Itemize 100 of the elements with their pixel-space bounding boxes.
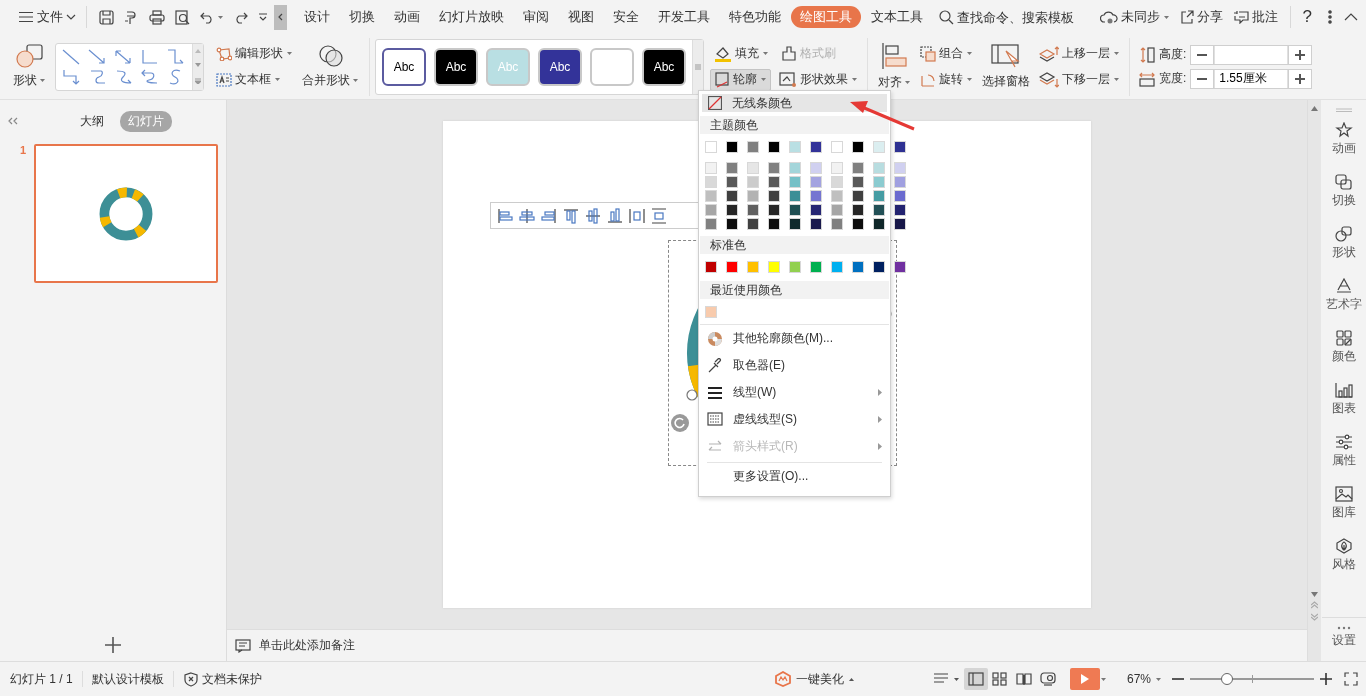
customize-caret-icon[interactable] [258, 13, 268, 21]
curve-double-arrow-icon[interactable] [139, 67, 159, 86]
color-swatch[interactable] [831, 261, 843, 273]
color-swatch[interactable] [747, 176, 759, 188]
color-swatch[interactable] [747, 190, 759, 202]
sidebar-item[interactable]: 动画 [1321, 120, 1366, 159]
color-swatch[interactable] [894, 190, 906, 202]
save-icon[interactable] [99, 9, 114, 25]
color-swatch[interactable] [726, 141, 738, 153]
collapse-button[interactable] [274, 4, 287, 30]
notes-placeholder[interactable]: 单击此处添加备注 [259, 637, 355, 654]
color-swatch[interactable] [810, 261, 822, 273]
previous-slide-icon[interactable] [1311, 601, 1318, 609]
ribbon-tab[interactable]: 审阅 [514, 6, 558, 28]
arrow-icon[interactable] [87, 47, 107, 66]
color-swatch[interactable] [705, 306, 717, 318]
color-swatch[interactable] [747, 218, 759, 230]
color-swatch[interactable] [789, 218, 801, 230]
menu-item[interactable]: 其他轮廓颜色(M)... [699, 325, 890, 352]
color-swatch[interactable] [831, 176, 843, 188]
beautify-button[interactable]: 一键美化 [769, 667, 859, 691]
group-button[interactable]: 组合 [916, 42, 977, 65]
shape-effects-button[interactable]: 形状效果 [775, 68, 862, 91]
view-button[interactable] [963, 668, 988, 690]
text-box-button[interactable]: 文本框 [212, 68, 297, 91]
color-swatch[interactable] [873, 261, 885, 273]
color-swatch[interactable] [705, 204, 717, 216]
settings-button[interactable]: 设置 [1321, 617, 1366, 651]
next-slide-icon[interactable] [1311, 613, 1318, 621]
color-swatch[interactable] [768, 176, 780, 188]
minus-icon[interactable] [1197, 53, 1208, 56]
shape-style-swatch[interactable]: Abc [434, 47, 478, 86]
align-bottom-icon[interactable] [607, 207, 623, 224]
add-slide-icon[interactable] [105, 637, 121, 653]
color-swatch[interactable] [705, 176, 717, 188]
sync-button[interactable]: 未同步 [1095, 5, 1174, 29]
color-swatch[interactable] [873, 176, 885, 188]
color-swatch[interactable] [789, 141, 801, 153]
color-swatch[interactable] [768, 190, 780, 202]
color-swatch[interactable] [768, 204, 780, 216]
print-icon[interactable] [149, 9, 165, 25]
grip-icon[interactable] [1335, 108, 1352, 112]
color-swatch[interactable] [747, 141, 759, 153]
color-swatch[interactable] [705, 162, 717, 174]
scroll-down-icon[interactable] [1311, 592, 1318, 597]
color-swatch[interactable] [810, 190, 822, 202]
selection-pane-button[interactable]: 选择窗格 [977, 40, 1035, 93]
sidebar-item[interactable]: 图表 [1321, 380, 1366, 419]
slider-thumb[interactable] [1221, 673, 1234, 685]
zoom-level-button[interactable]: 67% [1122, 669, 1166, 689]
sidebar-item[interactable]: 艺术字 [1321, 276, 1366, 315]
menu-item[interactable]: 线型(W) [699, 379, 890, 406]
color-swatch[interactable] [747, 162, 759, 174]
color-swatch[interactable] [831, 204, 843, 216]
fit-window-icon[interactable] [1344, 672, 1358, 686]
help-button[interactable]: ? [1298, 4, 1316, 30]
color-swatch[interactable] [852, 190, 864, 202]
color-swatch[interactable] [768, 218, 780, 230]
shape-button[interactable]: 形状 [8, 41, 51, 92]
align-middle-icon[interactable] [585, 207, 601, 224]
search-icon[interactable] [939, 9, 954, 25]
ribbon-tab[interactable]: 切换 [340, 6, 384, 28]
elbow-connector-icon[interactable] [139, 47, 159, 66]
ribbon-tab[interactable]: 特色功能 [720, 6, 790, 28]
align-right-icon[interactable] [541, 207, 557, 224]
sidebar-item[interactable]: 属性 [1321, 432, 1366, 471]
color-swatch[interactable] [810, 204, 822, 216]
pen-icon[interactable] [124, 9, 139, 25]
color-swatch[interactable] [831, 141, 843, 153]
merge-shapes-button[interactable]: 合并形状 [297, 41, 364, 92]
ribbon-tab[interactable]: 文本工具 [862, 6, 932, 28]
scroll-up-icon[interactable] [1311, 106, 1318, 111]
play-button[interactable] [1069, 668, 1100, 690]
color-swatch[interactable] [810, 141, 822, 153]
search-field[interactable]: 查找命令、搜索模板 [957, 9, 1093, 25]
undo-icon[interactable] [200, 10, 215, 24]
ribbon-tab[interactable]: 设计 [295, 6, 339, 28]
send-backward-button[interactable]: 下移一层 [1035, 68, 1124, 91]
color-swatch[interactable] [726, 176, 738, 188]
fill-button[interactable]: 填充 [710, 42, 773, 65]
rotate-handle[interactable] [670, 413, 690, 433]
ribbon-tab[interactable]: 动画 [385, 6, 429, 28]
color-swatch[interactable] [810, 218, 822, 230]
color-swatch[interactable] [789, 190, 801, 202]
print-preview-icon[interactable] [175, 9, 190, 25]
color-swatch[interactable] [873, 218, 885, 230]
elbow-arrow-icon[interactable] [61, 67, 81, 86]
ribbon-tab[interactable]: 开发工具 [649, 6, 719, 28]
color-swatch[interactable] [852, 261, 864, 273]
color-swatch[interactable] [747, 204, 759, 216]
color-swatch[interactable] [831, 190, 843, 202]
color-swatch[interactable] [831, 218, 843, 230]
ribbon-tab[interactable]: 视图 [559, 6, 603, 28]
color-swatch[interactable] [852, 176, 864, 188]
elbow-arrow-icon[interactable] [165, 47, 185, 66]
align-button[interactable]: 对齐 [873, 39, 916, 94]
color-swatch[interactable] [894, 218, 906, 230]
line-icon[interactable] [61, 47, 81, 66]
color-swatch[interactable] [705, 218, 717, 230]
color-swatch[interactable] [852, 162, 864, 174]
